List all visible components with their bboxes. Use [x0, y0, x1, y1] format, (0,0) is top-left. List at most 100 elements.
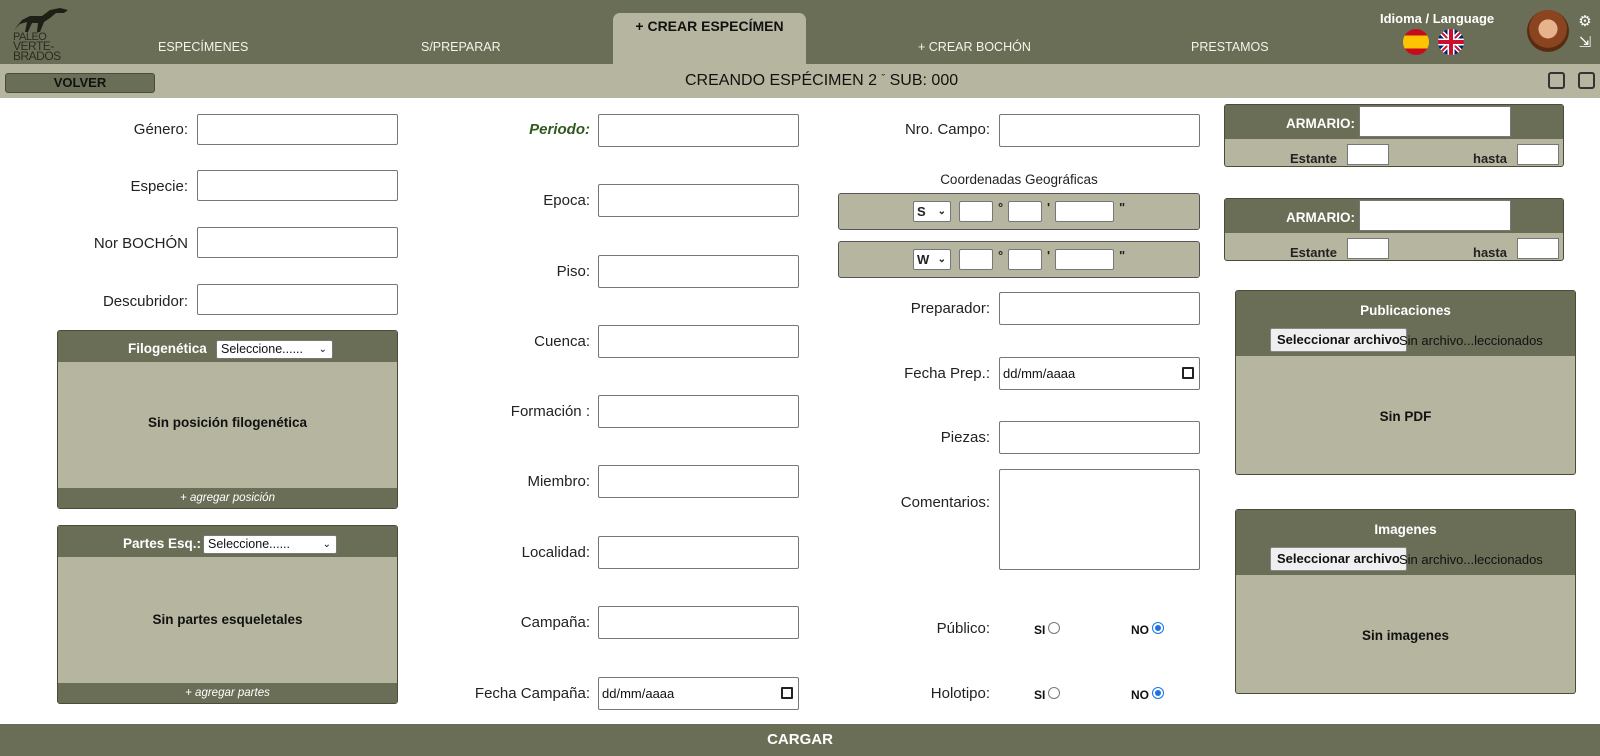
- preparador-input[interactable]: [999, 292, 1200, 325]
- save-icon[interactable]: [1578, 72, 1595, 89]
- holotipo-no-radio[interactable]: [1152, 687, 1164, 699]
- paleo-logo[interactable]: PALEO VERTE- BRADOS: [8, 4, 70, 62]
- piezas-input[interactable]: [999, 421, 1200, 454]
- especie-input[interactable]: [197, 170, 398, 201]
- sub-header-bar: VOLVER CREANDO ESPÉCIMEN 2 ˇ SUB: 000: [0, 64, 1600, 98]
- formacion-label: Formación :: [510, 403, 590, 420]
- estante-input[interactable]: [1347, 144, 1389, 165]
- tab-prestamos[interactable]: PRESTAMOS: [1191, 40, 1269, 54]
- publico-no-label: NO: [1131, 623, 1149, 637]
- publico-no-radio[interactable]: [1152, 622, 1164, 634]
- page-title: CREANDO ESPÉCIMEN 2 ˇ SUB: 000: [685, 72, 958, 90]
- copy-icon[interactable]: [1548, 72, 1565, 89]
- longitude-minutes-input[interactable]: [1008, 249, 1042, 270]
- longitude-direction-select[interactable]: W ⌄: [913, 249, 951, 270]
- formacion-input[interactable]: [598, 395, 799, 428]
- partes-title: Partes Esq.:: [123, 536, 202, 551]
- tab-especimenes[interactable]: ESPECÍMENES: [158, 40, 248, 54]
- miembro-input[interactable]: [598, 465, 799, 498]
- bochon-input[interactable]: [197, 227, 398, 258]
- nro-campo-input[interactable]: [999, 114, 1200, 147]
- publico-si-label: SI: [1034, 623, 1046, 637]
- longitude-seconds-input[interactable]: [1055, 249, 1114, 270]
- gear-icon[interactable]: ⚙: [1576, 12, 1594, 30]
- filogenetica-select-value: Seleccione......: [221, 342, 303, 356]
- spain-flag-icon[interactable]: [1403, 29, 1429, 55]
- logout-icon[interactable]: ⇲: [1576, 33, 1594, 51]
- degree-symbol: °: [998, 200, 1004, 215]
- hasta-input[interactable]: [1517, 238, 1559, 259]
- publicaciones-file-button[interactable]: Seleccionar archivo: [1270, 328, 1407, 352]
- genero-input[interactable]: [197, 114, 398, 145]
- armario-label: ARMARIO:: [1286, 210, 1355, 225]
- latitude-minutes-input[interactable]: [1008, 201, 1042, 222]
- second-symbol: ": [1119, 248, 1126, 263]
- piso-label: Piso:: [556, 263, 590, 280]
- latitude-row: S ⌄ ° ' ": [838, 193, 1200, 230]
- tab-s-preparar[interactable]: S/PREPARAR: [421, 40, 501, 54]
- tab-crear-especimen[interactable]: + CREAR ESPECÍMEN: [613, 13, 806, 64]
- longitude-direction-value: W: [917, 252, 930, 267]
- publico-label: Público:: [936, 620, 990, 637]
- second-symbol: ": [1119, 200, 1126, 215]
- chevron-down-icon: ⌄: [318, 344, 327, 355]
- filogenetica-panel: Filogenética Seleccione...... ⌄ Sin posic…: [57, 330, 398, 509]
- holotipo-si-radio[interactable]: [1048, 687, 1060, 699]
- armario-input[interactable]: [1359, 200, 1511, 231]
- armario-box-2: ARMARIO: Estante hasta: [1224, 198, 1564, 261]
- latitude-direction-value: S: [917, 204, 926, 219]
- filogenetica-header: Filogenética Seleccione...... ⌄: [58, 331, 397, 362]
- longitude-degrees-input[interactable]: [959, 249, 993, 270]
- publicaciones-header: Publicaciones Seleccionar archivo Sin ar…: [1236, 291, 1575, 356]
- sub-number: SUB: 000: [889, 72, 959, 89]
- calendar-icon[interactable]: [781, 687, 793, 699]
- cuenca-input[interactable]: [598, 325, 799, 358]
- especie-label: Especie:: [130, 178, 188, 195]
- descubridor-input[interactable]: [197, 284, 398, 315]
- degree-symbol: °: [998, 248, 1004, 263]
- chevron-down-icon: ⌄: [937, 254, 946, 265]
- periodo-input[interactable]: [598, 114, 799, 147]
- partes-panel: Partes Esq.: Seleccione...... ⌄ Sin parte…: [57, 525, 398, 704]
- campana-input[interactable]: [598, 606, 799, 639]
- localidad-label: Localidad:: [521, 544, 590, 561]
- top-navbar: PALEO VERTE- BRADOS ESPECÍMENES S/PREPAR…: [0, 0, 1600, 64]
- fecha-campana-placeholder: dd/mm/aaaa: [602, 686, 675, 701]
- estante-input[interactable]: [1347, 238, 1389, 259]
- hasta-label: hasta: [1473, 151, 1507, 166]
- tab-crear-bochon[interactable]: + CREAR BOCHÓN: [918, 40, 1031, 54]
- publicaciones-empty: Sin PDF: [1379, 409, 1432, 424]
- armario-input[interactable]: [1359, 106, 1511, 137]
- calendar-icon[interactable]: [1182, 367, 1194, 379]
- user-avatar[interactable]: [1527, 10, 1569, 52]
- filogenetica-select[interactable]: Seleccione...... ⌄: [216, 340, 333, 359]
- imagenes-file-button[interactable]: Seleccionar archivo: [1270, 547, 1407, 571]
- epoca-input[interactable]: [598, 184, 799, 217]
- language-label: Idioma / Language: [1380, 11, 1495, 26]
- partes-select[interactable]: Seleccione...... ⌄: [203, 535, 337, 554]
- cargar-button[interactable]: CARGAR: [0, 724, 1600, 756]
- add-position-link[interactable]: + agregar posición: [58, 488, 397, 508]
- comentarios-textarea[interactable]: [999, 469, 1200, 570]
- fecha-prep-input[interactable]: dd/mm/aaaa: [999, 357, 1200, 390]
- specimen-title: CREANDO ESPÉCIMEN 2: [685, 72, 878, 89]
- hasta-input[interactable]: [1517, 144, 1559, 165]
- add-parts-link[interactable]: + agregar partes: [58, 683, 397, 703]
- latitude-seconds-input[interactable]: [1055, 201, 1114, 222]
- fecha-campana-input[interactable]: dd/mm/aaaa: [598, 677, 799, 710]
- chevron-down-icon[interactable]: ˇ: [882, 73, 886, 85]
- latitude-direction-select[interactable]: S ⌄: [913, 201, 951, 222]
- publicaciones-file-status: Sin archivo...leccionados: [1399, 333, 1543, 348]
- hasta-label: hasta: [1473, 245, 1507, 260]
- back-button[interactable]: VOLVER: [5, 73, 155, 93]
- uk-flag-icon[interactable]: [1438, 29, 1464, 55]
- holotipo-si-label: SI: [1034, 688, 1046, 702]
- piso-input[interactable]: [598, 255, 799, 288]
- latitude-degrees-input[interactable]: [959, 201, 993, 222]
- logo-line-3: BRADOS: [13, 49, 61, 63]
- genero-label: Género:: [133, 121, 188, 138]
- publico-si-radio[interactable]: [1048, 622, 1060, 634]
- imagenes-title: Imagenes: [1374, 522, 1437, 537]
- localidad-input[interactable]: [598, 536, 799, 569]
- chevron-down-icon: ⌄: [322, 539, 331, 550]
